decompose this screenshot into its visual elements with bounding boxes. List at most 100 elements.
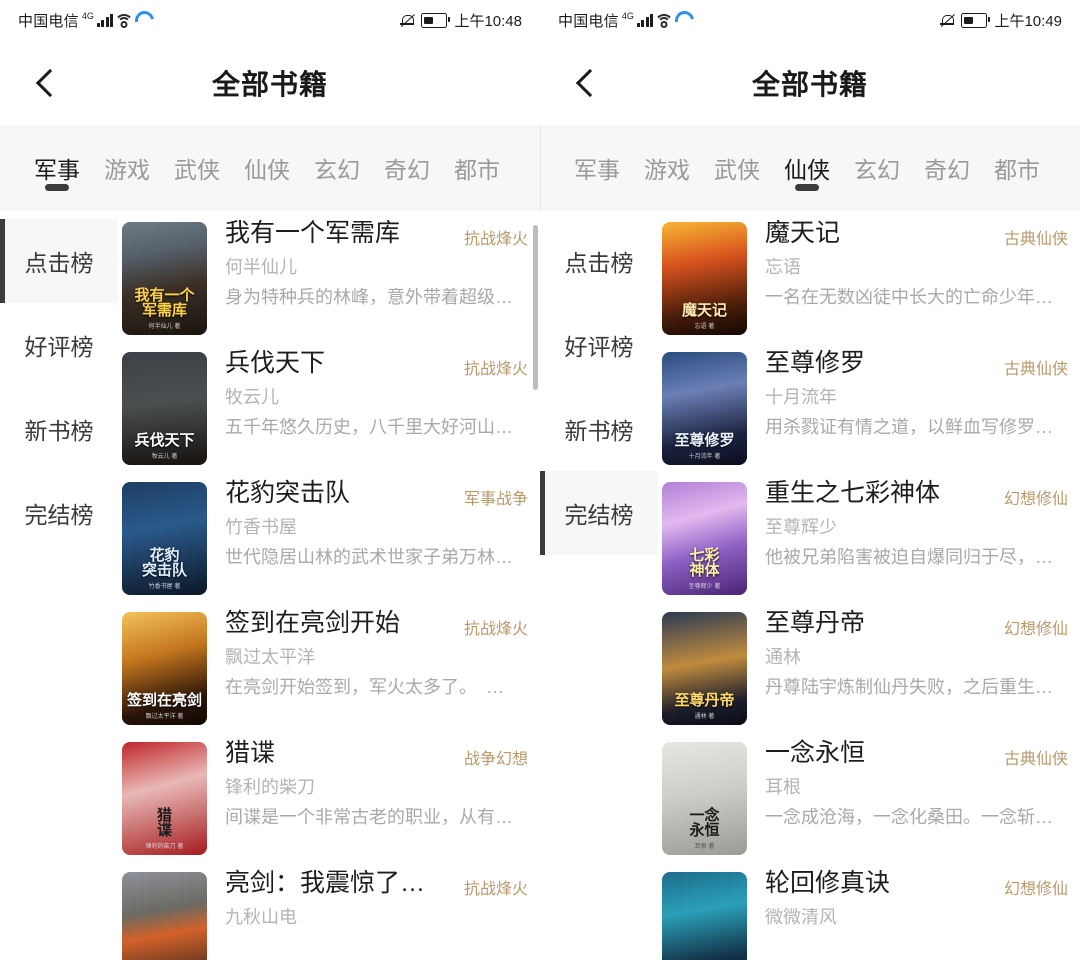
book-category-tag: 幻想修仙 [1003,881,1068,898]
rank-item-1[interactable]: 好评榜 [540,303,658,387]
rank-item-label: 完结榜 [24,502,94,528]
book-category-tag: 古典仙侠 [1003,231,1068,248]
rank-item-3[interactable]: 完结榜 [540,471,658,555]
book-title[interactable]: 一念永恒 [765,739,865,767]
book-list-item[interactable]: 签到在亮剑 飘过太平洋 著签到在亮剑开始 抗战烽火 飘过太平洋 在亮剑开始签到，军火太多… [122,601,540,731]
book-list-item[interactable]: 猎谍锋利的柴刀 著猎谍 战争幻想 锋利的柴刀 间谍是一个非常古老的职业，从有… [122,731,540,861]
book-list: 我有一个 军需库 何半仙儿 著我有一个军需库 抗战烽火 何半仙儿 身为特种兵的林峰，意外带… [118,211,540,960]
book-title[interactable]: 花豹突击队 [225,479,350,507]
battery-icon [961,12,991,28]
book-cover-image: 至尊修罗 十月流年 著 [662,352,747,465]
rank-item-1[interactable]: 好评榜 [0,303,118,387]
rank-item-0[interactable]: 点击榜 [540,219,658,303]
book-author: 十月流年 [765,388,837,407]
book-title[interactable]: 亮剑：我震惊了… [225,869,425,897]
rank-item-3[interactable]: 完结榜 [0,471,118,555]
back-button[interactable] [554,47,626,119]
book-category-tag: 抗战烽火 [463,621,528,638]
book-title[interactable]: 轮回修真诀 [765,869,890,897]
tab-label: 军事 [34,156,80,183]
network-type-label: 4G [621,11,634,21]
tab-2[interactable]: 武侠 [162,125,232,211]
back-chevron-icon [35,68,65,97]
carrier-label: 中国电信 [18,12,79,30]
sync-dot-icon [671,6,699,34]
tab-1[interactable]: 游戏 [92,125,162,211]
book-meta: 猎谍 战争幻想 锋利的柴刀 间谍是一个非常古老的职业，从有… [207,739,540,861]
rank-item-2[interactable]: 新书榜 [540,387,658,471]
tab-label: 游戏 [644,156,690,183]
book-cover-subtitle: 通林 著 [694,714,715,720]
tab-3[interactable]: 仙侠 [232,125,302,211]
book-list-item[interactable]: 至尊丹帝 通林 著至尊丹帝 幻想修仙 通林 丹尊陆宇炼制仙丹失败，之后重生… [662,601,1080,731]
book-list-item[interactable]: 轮回修真诀 幻想修仙微微清风 [662,861,1080,960]
book-description: 他被兄弟陷害被迫自爆同归于尽，… [765,547,1053,567]
book-list-item[interactable]: 至尊修罗 十月流年 著至尊修罗 古典仙侠 十月流年 用杀戮证有情之道，以鲜血写修罗… [662,341,1080,471]
back-button[interactable] [14,47,86,119]
book-list-item[interactable]: 花豹 突击队 竹香书屋 著花豹突击队 军事战争 竹香书屋 世代隐居山林的武术世家子弟万林… [122,471,540,601]
tab-label: 武侠 [174,156,220,183]
book-cover-subtitle: 牧云儿 著 [151,454,178,460]
book-list-item[interactable]: 一念 永恒 耳根 著一念永恒 古典仙侠 耳根 一念成沧海，一念化桑田。一念斩… [662,731,1080,861]
status-bar-left: 中国电信 4G [18,6,159,34]
tab-1[interactable]: 游戏 [632,125,702,211]
wifi-icon [654,13,674,28]
book-title[interactable]: 魔天记 [765,219,840,247]
book-title[interactable]: 兵伐天下 [225,349,325,377]
book-title-row: 重生之七彩神体 幻想修仙 [765,479,1068,509]
rank-item-2[interactable]: 新书榜 [0,387,118,471]
book-category-tag: 抗战烽火 [463,881,528,898]
book-title[interactable]: 签到在亮剑开始 [225,609,400,637]
book-title-row: 猎谍 战争幻想 [225,739,528,769]
book-list-item[interactable]: 魔天记 忘语 著魔天记 古典仙侠 忘语 一名在无数凶徒中长大的亡命少年… [662,211,1080,341]
book-list-item[interactable]: 兵伐天下 牧云儿 著兵伐天下 抗战烽火 牧云儿 五千年悠久历史，八千里大好河山… [122,341,540,471]
book-cover-subtitle: 耳根 著 [694,844,715,850]
book-author: 耳根 [765,778,801,797]
status-bar-right: 上午10:48 [400,10,522,31]
tab-label: 军事 [574,156,620,183]
tab-6[interactable]: 都市 [982,125,1052,211]
book-title-row: 一念永恒 古典仙侠 [765,739,1068,769]
carrier-label: 中国电信 [558,12,619,30]
rank-item-label: 点击榜 [564,250,634,276]
book-author: 九秋山电 [225,908,297,927]
book-meta: 至尊丹帝 幻想修仙 通林 丹尊陆宇炼制仙丹失败，之后重生… [747,609,1080,731]
tab-4[interactable]: 玄幻 [842,125,912,211]
book-author: 锋利的柴刀 [225,778,315,797]
tab-5[interactable]: 奇幻 [372,125,442,211]
book-description: 一名在无数凶徒中长大的亡命少年… [765,287,1053,307]
tab-5[interactable]: 奇幻 [912,125,982,211]
book-cover-subtitle: 飘过太平洋 著 [145,714,184,720]
book-meta: 亮剑：我震惊了… 抗战烽火九秋山电 [207,869,540,960]
book-title[interactable]: 至尊丹帝 [765,609,865,637]
tab-active-3[interactable]: 仙侠 [772,125,842,211]
book-list-item[interactable]: 亮剑：我震惊了… 抗战烽火九秋山电 [122,861,540,960]
phone-screen-left: 中国电信 4G 上午10:48 全部书籍 军事 游戏 武侠 仙侠 玄幻 奇幻 都市 点击榜好… [0,0,540,960]
book-description: 世代隐居山林的武术世家子弟万林… [225,547,513,567]
book-cover-title: 一念 永恒 [689,806,720,840]
tab-label: 仙侠 [784,156,830,183]
book-title[interactable]: 重生之七彩神体 [765,479,940,507]
battery-icon [421,12,451,28]
book-category-tag: 抗战烽火 [463,361,528,378]
tab-0[interactable]: 军事 [562,125,632,211]
tab-active-0[interactable]: 军事 [22,125,92,211]
book-title[interactable]: 至尊修罗 [765,349,865,377]
rank-item-label: 点击榜 [24,250,94,276]
tab-4[interactable]: 玄幻 [302,125,372,211]
book-meta: 兵伐天下 抗战烽火 牧云儿 五千年悠久历史，八千里大好河山… [207,349,540,471]
list-scrollbar[interactable] [533,225,538,390]
book-list-item[interactable]: 我有一个 军需库 何半仙儿 著我有一个军需库 抗战烽火 何半仙儿 身为特种兵的林峰，意外带… [122,211,540,341]
book-title[interactable]: 猎谍 [225,739,275,767]
book-list-item[interactable]: 七彩 神体 至尊辉少 著重生之七彩神体 幻想修仙 至尊辉少 他被兄弟陷害被迫自爆同归于尽，… [662,471,1080,601]
book-cover-image [662,872,747,960]
rank-item-0[interactable]: 点击榜 [0,219,118,303]
book-title-row: 魔天记 古典仙侠 [765,219,1068,249]
book-category-tag: 幻想修仙 [1003,621,1068,638]
book-title[interactable]: 我有一个军需库 [225,219,400,247]
book-cover-subtitle: 忘语 著 [694,324,715,330]
book-meta: 签到在亮剑开始 抗战烽火 飘过太平洋 在亮剑开始签到，军火太多了。 … [207,609,540,731]
book-author: 微微清风 [765,908,837,927]
tab-6[interactable]: 都市 [442,125,512,211]
tab-2[interactable]: 武侠 [702,125,772,211]
